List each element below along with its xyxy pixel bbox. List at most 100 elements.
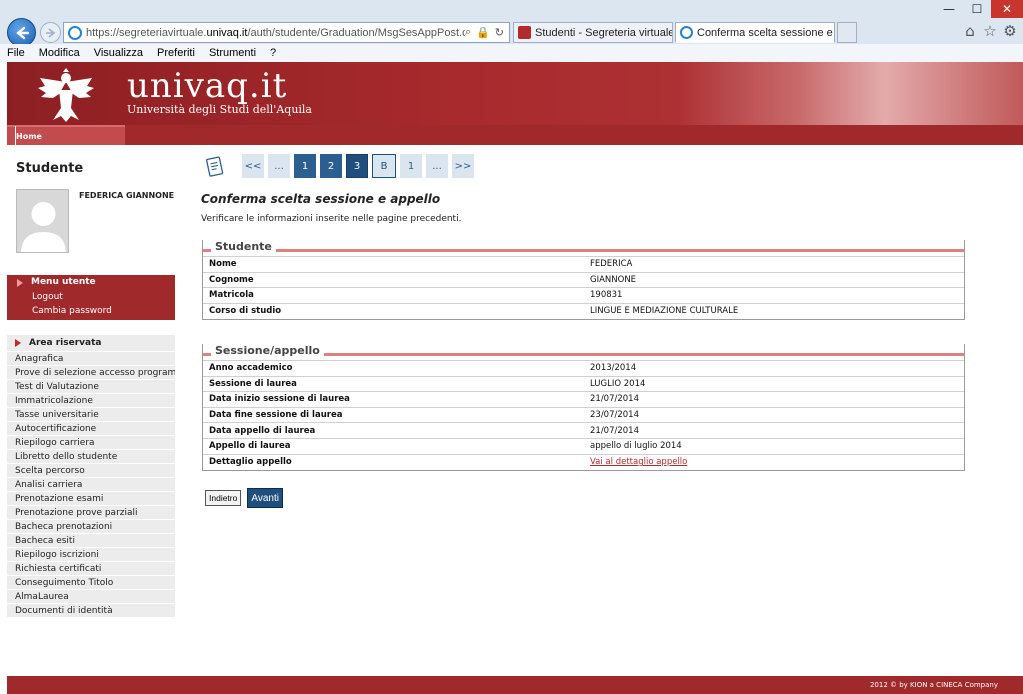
close-window-button[interactable]: ✕ bbox=[991, 0, 1023, 18]
sidebar-item-riepilogo-carriera[interactable]: Riepilogo carriera bbox=[7, 435, 175, 449]
browser-chrome: https://segreteriavirtuale.univaq.it/aut… bbox=[0, 0, 1023, 62]
menu-visualizza[interactable]: Visualizza bbox=[87, 47, 150, 59]
sidebar-item-tasse[interactable]: Tasse universitarie bbox=[7, 407, 175, 421]
site-banner: univaq.it Università degli Studi dell'Aq… bbox=[7, 62, 1023, 125]
student-section-title: Studente bbox=[211, 240, 276, 253]
session-table: Anno accademico 2013/2014 Sessione di lau… bbox=[203, 360, 964, 470]
sidebar-item-prove-parziali[interactable]: Prenotazione prove parziali bbox=[7, 505, 175, 519]
pager-step-3-current[interactable]: 3 bbox=[346, 154, 368, 178]
back-icon[interactable] bbox=[7, 18, 36, 47]
eagle-logo-icon[interactable] bbox=[35, 68, 97, 124]
sidebar-item-certificati[interactable]: Richiesta certificati bbox=[7, 561, 175, 575]
footer-copyright: 2012 © by KION a CINECA Company bbox=[869, 681, 998, 689]
table-row: Matricola 190831 bbox=[203, 287, 964, 304]
gear-icon[interactable]: ⚙ bbox=[1001, 22, 1019, 40]
student-name: FEDERICA GIANNONE bbox=[79, 191, 175, 200]
url-text[interactable]: https://segreteriavirtuale.univaq.it/aut… bbox=[86, 27, 465, 39]
next-button[interactable]: Avanti bbox=[247, 488, 283, 508]
sidebar-item-prove-selezione[interactable]: Prove di selezione accesso programmato bbox=[7, 365, 175, 379]
minimize-button[interactable]: — bbox=[935, 0, 963, 18]
search-icon[interactable]: ⌕ bbox=[465, 26, 471, 39]
banner-photo bbox=[677, 62, 1023, 125]
checklist-icon bbox=[206, 156, 224, 177]
home-icon[interactable]: ⌂ bbox=[961, 22, 979, 40]
maximize-button[interactable]: ☐ bbox=[963, 0, 991, 18]
sidebar-item-documenti-identita[interactable]: Documenti di identità bbox=[7, 603, 175, 617]
ie-tab-icon bbox=[680, 26, 693, 39]
pager-step-next-1[interactable]: 1 bbox=[400, 154, 422, 178]
sidebar-item-test-valutazione[interactable]: Test di Valutazione bbox=[7, 379, 175, 393]
user-menu-head[interactable]: Menu utente bbox=[7, 275, 175, 290]
reserved-area-head[interactable]: Area riservata bbox=[7, 335, 175, 351]
sidebar-item-anagrafica[interactable]: Anagrafica bbox=[7, 351, 175, 365]
sidebar-item-autocertificazione[interactable]: Autocertificazione bbox=[7, 421, 175, 435]
table-row: Data appello di laurea 21/07/2014 bbox=[203, 422, 964, 439]
user-menu: Menu utente Logout Cambia password bbox=[7, 275, 175, 320]
table-row: Cognome GIANNONE bbox=[203, 271, 964, 288]
tab-studenti[interactable]: Studenti - Segreteria virtuale bbox=[513, 22, 673, 43]
home-tab[interactable]: Home bbox=[7, 125, 125, 146]
address-bar[interactable]: https://segreteriavirtuale.univaq.it/aut… bbox=[63, 22, 510, 43]
pager-last[interactable]: >> bbox=[452, 154, 474, 178]
ie-icon bbox=[68, 25, 82, 40]
change-password-link[interactable]: Cambia password bbox=[7, 304, 175, 318]
sidebar-item-libretto[interactable]: Libretto dello studente bbox=[7, 449, 175, 463]
refresh-icon[interactable]: ↻ bbox=[495, 26, 504, 39]
footer: 2012 © by KION a CINECA Company bbox=[7, 676, 1023, 694]
sidebar-item-bacheca-esiti[interactable]: Bacheca esiti bbox=[7, 533, 175, 547]
menu-preferiti[interactable]: Preferiti bbox=[150, 47, 202, 59]
sidebar-title: Studente bbox=[16, 161, 84, 176]
avatar bbox=[16, 189, 69, 253]
menu-modifica[interactable]: Modifica bbox=[32, 47, 87, 59]
page-title: Conferma scelta sessione e appello bbox=[201, 192, 441, 206]
sidebar-item-analisi-carriera[interactable]: Analisi carriera bbox=[7, 477, 175, 491]
page-description: Verificare le informazioni inserite nell… bbox=[201, 214, 462, 224]
sidebar-item-bacheca-prenotazioni[interactable]: Bacheca prenotazioni bbox=[7, 519, 175, 533]
brand-title[interactable]: univaq.it bbox=[127, 68, 287, 104]
logout-link[interactable]: Logout bbox=[7, 290, 175, 304]
sidebar: Studente FEDERICA GIANNONE Menu utente L… bbox=[7, 145, 175, 677]
table-row: Sessione di laurea LUGLIO 2014 bbox=[203, 375, 964, 392]
reserved-area-menu: Area riservata Anagrafica Prove di selez… bbox=[7, 335, 175, 617]
pager-step-1[interactable]: 1 bbox=[294, 154, 316, 178]
main-content: << ... 1 2 3 B 1 ... >> Conferma scelta … bbox=[200, 150, 970, 670]
table-row: Nome FEDERICA bbox=[203, 256, 964, 273]
lock-icon[interactable]: 🔒 bbox=[476, 26, 490, 39]
form-buttons: Indietro Avanti bbox=[205, 488, 283, 508]
student-table: Nome FEDERICA Cognome GIANNONE Matricola 19… bbox=[203, 256, 964, 319]
brand-subtitle: Università degli Studi dell'Aquila bbox=[127, 103, 312, 116]
sidebar-item-conseguimento-titolo[interactable]: Conseguimento Titolo bbox=[7, 575, 175, 589]
pager-ellipsis-2: ... bbox=[426, 154, 448, 178]
table-row: Data inizio sessione di laurea 21/07/2014 bbox=[203, 391, 964, 408]
arrow-right-icon bbox=[15, 339, 21, 347]
univaq-favicon-icon bbox=[518, 26, 531, 39]
favorites-star-icon[interactable]: ☆ bbox=[981, 22, 999, 40]
pager-step-2[interactable]: 2 bbox=[320, 154, 342, 178]
back-button[interactable]: Indietro bbox=[205, 490, 242, 506]
menu-help[interactable]: ? bbox=[263, 47, 283, 59]
menu-file[interactable]: File bbox=[0, 47, 32, 59]
session-detail-link[interactable]: Vai al dettaglio appello bbox=[590, 457, 687, 467]
forward-icon[interactable] bbox=[40, 22, 61, 43]
student-section: Studente Nome FEDERICA Cognome GIANNONE Ma… bbox=[202, 240, 965, 320]
menu-bar: File Modifica Visualizza Preferiti Strum… bbox=[0, 44, 1023, 62]
table-row: Anno accademico 2013/2014 bbox=[203, 360, 964, 377]
wizard-pager: << ... 1 2 3 B 1 ... >> bbox=[200, 153, 478, 179]
menu-strumenti[interactable]: Strumenti bbox=[202, 47, 263, 59]
pager-step-b[interactable]: B bbox=[372, 154, 396, 178]
top-nav-bar: Home bbox=[7, 125, 1023, 146]
table-row: Dettaglio appello Vai al dettaglio appell… bbox=[203, 453, 964, 470]
pager-first[interactable]: << bbox=[242, 154, 264, 178]
sidebar-item-scelta-percorso[interactable]: Scelta percorso bbox=[7, 463, 175, 477]
table-row: Appello di laurea appello di luglio 2014 bbox=[203, 437, 964, 455]
sidebar-item-immatricolazione[interactable]: Immatricolazione bbox=[7, 393, 175, 407]
table-row: Corso di studio LINGUE E MEDIAZIONE CULTU… bbox=[203, 302, 964, 319]
sidebar-item-riepilogo-iscrizioni[interactable]: Riepilogo iscrizioni bbox=[7, 547, 175, 561]
session-section-title: Sessione/appello bbox=[211, 344, 324, 357]
pager-ellipsis: ... bbox=[268, 154, 290, 178]
new-tab-button[interactable] bbox=[837, 22, 857, 43]
tab-conferma[interactable]: Conferma scelta sessione e ... ✕ bbox=[675, 22, 835, 43]
arrow-right-icon bbox=[17, 278, 23, 287]
sidebar-item-almalaurea[interactable]: AlmaLaurea bbox=[7, 589, 175, 603]
sidebar-item-prenotazione-esami[interactable]: Prenotazione esami bbox=[7, 491, 175, 505]
